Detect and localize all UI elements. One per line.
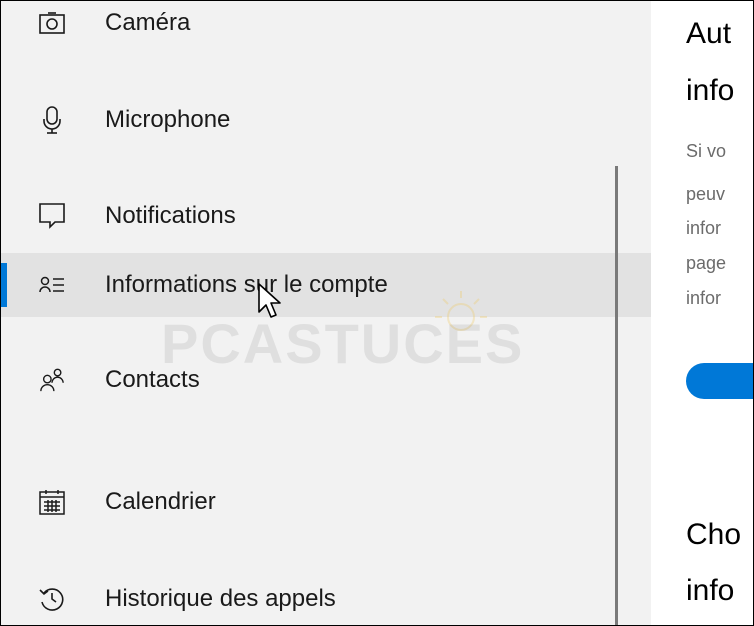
sidebar-item-label: Calendrier	[105, 488, 216, 515]
calendar-icon	[39, 489, 65, 515]
microphone-icon	[39, 106, 65, 134]
account-info-icon	[39, 272, 65, 298]
section-description-line: infor	[686, 218, 722, 238]
content-panel: Aut info Si vo peuv infor page infor Cho…	[651, 1, 753, 625]
notifications-icon	[39, 203, 65, 229]
sidebar-item-label: Notifications	[105, 202, 236, 229]
sidebar-item-label: Caméra	[105, 9, 191, 36]
section-heading-line: info	[686, 74, 735, 107]
account-info-access-toggle[interactable]	[686, 363, 753, 399]
sidebar-item-label: Contacts	[105, 366, 200, 393]
sidebar-item-label: Microphone	[105, 106, 231, 133]
section-heading-line: info	[686, 574, 735, 607]
camera-icon	[39, 10, 65, 36]
section-description-line: infor	[686, 288, 722, 308]
sidebar-item-label: Historique des appels	[105, 585, 336, 612]
section-heading-line: Aut	[686, 17, 732, 50]
history-icon	[39, 586, 65, 612]
sidebar-scrollbar[interactable]	[615, 166, 618, 625]
sidebar-item-camera[interactable]: Caméra	[1, 1, 651, 55]
section-description-line: page	[686, 253, 727, 273]
settings-window: Caméra Microphone Notifications Informat…	[0, 0, 754, 626]
mouse-cursor-icon	[258, 283, 281, 318]
sidebar-item-label: Informations sur le compte	[105, 271, 388, 298]
sidebar-item-calendar[interactable]: Calendrier	[1, 470, 651, 534]
section-description-line: Si vo	[686, 141, 727, 161]
section-description-line: peuv	[686, 184, 726, 204]
sidebar-item-contacts[interactable]: Contacts	[1, 348, 651, 412]
sidebar-item-call-history[interactable]: Historique des appels	[1, 567, 651, 625]
selection-indicator	[1, 263, 7, 307]
section-heading-line: Cho	[686, 518, 742, 551]
sidebar: Caméra Microphone Notifications Informat…	[1, 1, 651, 625]
contacts-icon	[39, 367, 65, 393]
sidebar-item-notifications[interactable]: Notifications	[1, 184, 651, 248]
sidebar-item-account-info[interactable]: Informations sur le compte	[1, 253, 651, 317]
sidebar-item-microphone[interactable]: Microphone	[1, 88, 651, 152]
